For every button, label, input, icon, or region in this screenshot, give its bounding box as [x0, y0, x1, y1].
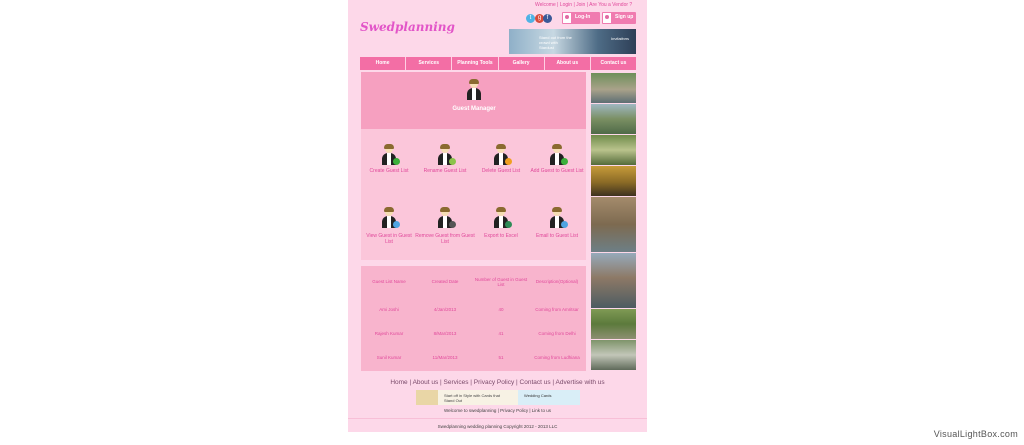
remove-guest-link[interactable]: Remove Guest from Guest List	[414, 233, 476, 245]
gallery-photo[interactable]	[591, 73, 636, 103]
export-excel-link[interactable]: Export to Excel	[474, 233, 528, 239]
gallery-photo[interactable]	[591, 309, 636, 339]
copyright-text: Swedplanning wedding planning Copyright …	[437, 424, 558, 429]
twitter-icon[interactable]: t	[526, 14, 535, 23]
delete-guest-list-link[interactable]: Delete Guest List	[474, 168, 528, 174]
ad-brand-panel: Wedding Cards	[518, 390, 580, 405]
table-cell: 51	[498, 355, 504, 360]
guest-manager-icon	[466, 79, 482, 100]
table-header: Created Date	[431, 279, 459, 284]
table-header: Description(Optional)	[535, 279, 579, 284]
footer-links[interactable]: Home | About us | Services | Privacy Pol…	[348, 379, 647, 386]
gallery-photo[interactable]	[591, 253, 636, 308]
nav-contact-us[interactable]: Contact us	[591, 57, 636, 70]
top-links[interactable]: Welcome | Login | Join | Are You a Vendo…	[535, 2, 632, 8]
banner-brand: Invitations	[611, 36, 630, 41]
table-header: Guest List Name	[372, 279, 406, 284]
table-cell[interactable]: Rajesh Kumar	[362, 331, 416, 336]
nav-home[interactable]: Home	[360, 57, 407, 70]
watermark: VisualLightBox.com	[933, 429, 1018, 439]
create-guest-list-link[interactable]: Create Guest List	[362, 168, 416, 174]
export-excel-icon[interactable]	[493, 207, 512, 228]
gallery-photo[interactable]	[591, 197, 636, 252]
user-icon	[563, 13, 571, 23]
main-nav: Home Services Planning Tools Gallery Abo…	[360, 57, 636, 70]
table-cell: Coming from Delhi	[538, 331, 576, 336]
signup-button[interactable]: Sign up	[602, 12, 636, 24]
ad-brand: Wedding Cards	[524, 393, 552, 398]
view-guest-icon[interactable]	[381, 207, 400, 228]
table-cell: 4/Jan/2013	[433, 307, 457, 312]
view-guest-link[interactable]: View Guest in Guest List	[362, 233, 416, 245]
site-logo[interactable]: Swedplanning	[360, 20, 455, 34]
remove-guest-icon[interactable]	[437, 207, 456, 228]
email-guest-list-link[interactable]: Email to Guest List	[530, 233, 584, 239]
table-cell[interactable]: Ami Joshi	[362, 307, 416, 312]
nav-services[interactable]: Services	[406, 57, 453, 70]
gallery-photo[interactable]	[591, 104, 636, 134]
nav-gallery[interactable]: Gallery	[499, 57, 545, 70]
add-guest-link[interactable]: Add Guest to Guest List	[530, 168, 584, 174]
footer-ad-banner[interactable]: Start off in Style with Cards that Stand…	[416, 390, 580, 405]
facebook-icon[interactable]: f	[543, 14, 552, 23]
table-cell: Coming from Amritsar	[535, 307, 579, 312]
rename-guest-list-link[interactable]: Rename Guest List	[418, 168, 472, 174]
login-label: Log-In	[575, 14, 591, 20]
table-cell: 8/Mar/2013	[433, 331, 457, 336]
table-cell[interactable]: Sunil Kumar	[362, 355, 416, 360]
banner-text: Stand out from the crowd with Stardust	[539, 35, 572, 50]
table-cell: 41	[498, 331, 504, 336]
table-header: Number of Guest in Guest List	[474, 277, 528, 287]
nav-about-us[interactable]: About us	[545, 57, 591, 70]
rename-guest-list-icon[interactable]	[437, 144, 456, 165]
footer-welcome-links[interactable]: Welcome to swedplanning | Privacy Policy…	[348, 408, 647, 413]
add-guest-icon[interactable]	[549, 144, 568, 165]
user-icon	[603, 13, 611, 23]
nav-planning-tools[interactable]: Planning Tools	[452, 57, 499, 70]
ad-text: Start off in Style with Cards that Stand…	[444, 393, 500, 403]
delete-guest-list-icon[interactable]	[493, 144, 512, 165]
header-banner-ad[interactable]: Stand out from the crowd with Stardust I…	[509, 29, 636, 54]
login-button[interactable]: Log-In	[562, 12, 600, 24]
footer-divider	[348, 418, 647, 419]
table-cell: 11/Mar/2013	[432, 355, 458, 360]
gallery-photo[interactable]	[591, 340, 636, 370]
table-cell: Coming from Ludhiana	[534, 355, 580, 360]
email-guest-list-icon[interactable]	[549, 207, 568, 228]
gallery-photo[interactable]	[591, 166, 636, 196]
guest-manager-title: Guest Manager	[452, 106, 496, 112]
create-guest-list-icon[interactable]	[381, 144, 400, 165]
signup-label: Sign up	[615, 14, 634, 20]
table-cell: 40	[498, 307, 504, 312]
ad-image	[416, 390, 438, 405]
gallery-photo[interactable]	[591, 135, 636, 165]
